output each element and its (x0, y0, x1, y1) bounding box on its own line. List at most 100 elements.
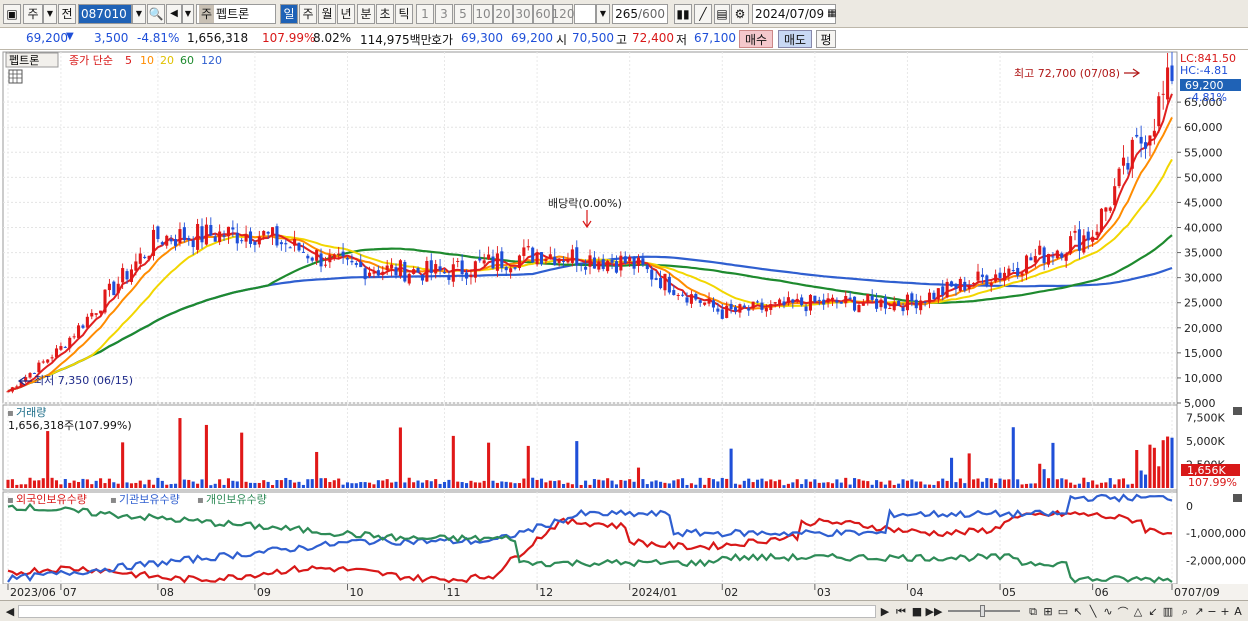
date-input[interactable]: 2024/07/09 ▦ (752, 4, 837, 24)
multiplier-5[interactable]: 5 (454, 4, 472, 24)
period-day[interactable]: 일 (280, 4, 298, 24)
market-select[interactable]: 주 (23, 4, 43, 24)
volume-bar (354, 483, 358, 488)
auto-scale-icon[interactable]: A (1232, 604, 1244, 619)
volume-bar (284, 477, 288, 488)
multiplier-10[interactable]: 10 (473, 4, 493, 24)
sell-button[interactable]: 매도 (778, 30, 812, 48)
candle-body (782, 301, 786, 306)
multiplier-30[interactable]: 30 (513, 4, 533, 24)
price-y-tick: 30,000 (1184, 272, 1223, 285)
multiplier-120[interactable]: 120 (552, 4, 574, 24)
tool-5-icon[interactable]: ╲ (1086, 604, 1100, 619)
volume-bar (116, 483, 120, 488)
period-week[interactable]: 주 (299, 4, 317, 24)
save-icon[interactable]: ▤ (714, 4, 730, 24)
low-label: 저 (676, 33, 688, 47)
volume-bar (628, 479, 632, 488)
rewind-button[interactable]: ⏮ (894, 604, 908, 619)
ma-60: 60 (180, 54, 194, 67)
period-tick[interactable]: 틱 (395, 4, 413, 24)
window-menu-icon[interactable]: ▣ (3, 4, 21, 24)
prev-button[interactable]: 전 (58, 4, 76, 24)
code-input[interactable]: 087010 (78, 4, 132, 24)
volume-bar (826, 482, 830, 488)
candle-body (892, 302, 896, 311)
ask-price: 69,300 (461, 31, 503, 45)
buy-button[interactable]: 매수 (739, 30, 773, 48)
volume-bar (138, 480, 142, 488)
average-button[interactable]: 평 (816, 30, 836, 48)
multiplier-60[interactable]: 60 (533, 4, 553, 24)
volume-bar (85, 479, 89, 488)
zoom-out-icon[interactable]: − (1206, 604, 1218, 619)
candle-body (200, 226, 204, 243)
tool-8-icon[interactable]: △ (1131, 604, 1145, 619)
search-icon[interactable]: 🔍 (147, 4, 165, 24)
volume-bar (610, 480, 614, 488)
candle-body (438, 266, 442, 271)
candle-body (209, 225, 213, 236)
table-grid-icon[interactable] (8, 69, 23, 84)
candle-body (416, 267, 420, 273)
holder-panel-close-icon[interactable] (1233, 494, 1242, 502)
pan-icon[interactable]: ↗ (1193, 604, 1205, 619)
tool-3-icon[interactable]: ▭ (1056, 604, 1070, 619)
multiplier-1[interactable]: 1 (416, 4, 434, 24)
tool-7-icon[interactable]: ⌒ (1116, 604, 1130, 619)
scroll-track[interactable] (18, 605, 876, 618)
sound-icon[interactable]: ◀ (166, 4, 182, 24)
period-minute[interactable]: 분 (357, 4, 375, 24)
candle-body (363, 268, 367, 280)
magnify-icon[interactable]: ⌕ (1178, 604, 1192, 619)
candle-body (901, 307, 905, 312)
custom-multiplier-input[interactable] (574, 4, 596, 24)
tool-4-icon[interactable]: ↖ (1071, 604, 1085, 619)
multiplier-3[interactable]: 3 (435, 4, 453, 24)
tool-2-icon[interactable]: ⊞ (1041, 604, 1055, 619)
tool-9-icon[interactable]: ↙ (1146, 604, 1160, 619)
candle-body (306, 255, 310, 259)
volume-bar (738, 484, 742, 488)
period-second[interactable]: 초 (376, 4, 394, 24)
zoom-slider-thumb[interactable] (980, 605, 985, 617)
candle-body (1047, 253, 1051, 265)
price-y-tick: 10,000 (1184, 372, 1223, 385)
candle-body (41, 361, 45, 363)
candle-body (923, 301, 927, 303)
holder-marker-2-icon: ▪ (110, 495, 117, 506)
volume-bar (659, 481, 663, 488)
volume-panel-close-icon[interactable] (1233, 407, 1242, 415)
volume-bar (1121, 478, 1126, 488)
period-year[interactable]: 년 (337, 4, 355, 24)
chart-type-icon[interactable]: ▮▮ (674, 4, 692, 24)
fast-forward-button[interactable]: ▶▶ (926, 604, 943, 619)
tool-1-icon[interactable]: ⧉ (1026, 604, 1040, 619)
stock-name-field[interactable]: 주 펩트론 (196, 4, 276, 24)
zoom-in-icon[interactable]: + (1219, 604, 1231, 619)
market-dropdown-icon[interactable]: ▼ (43, 4, 57, 24)
candle-body (1095, 231, 1099, 236)
tool-6-icon[interactable]: ∿ (1101, 604, 1115, 619)
volume-bar (15, 484, 19, 488)
tool-10-icon[interactable]: ▥ (1161, 604, 1175, 619)
stock-chart[interactable]: 65,00060,00055,00050,00045,00040,00035,0… (0, 50, 1248, 600)
custom-multiplier-dropdown-icon[interactable]: ▼ (596, 4, 610, 24)
volume-value: 1,656,318주(107.99%) (8, 419, 132, 432)
volume-bar (129, 483, 133, 488)
calendar-icon[interactable]: ▦ (827, 5, 836, 23)
play-button[interactable]: ▶ (878, 604, 892, 619)
scroll-left-icon[interactable]: ◀ (4, 604, 16, 619)
sound-dropdown-icon[interactable]: ▼ (182, 4, 194, 24)
candle-body (116, 283, 120, 294)
settings-gear-icon[interactable]: ⚙ (731, 4, 749, 24)
volume-bar (319, 478, 323, 488)
candle-body (685, 297, 689, 303)
period-month[interactable]: 월 (318, 4, 336, 24)
stop-button[interactable]: ■ (910, 604, 924, 619)
code-dropdown-icon[interactable]: ▼ (132, 4, 146, 24)
candle-body (676, 294, 680, 297)
count-input[interactable]: 265/600 (612, 4, 668, 24)
draw-tool-icon[interactable]: ╱ (694, 4, 712, 24)
multiplier-20[interactable]: 20 (493, 4, 513, 24)
